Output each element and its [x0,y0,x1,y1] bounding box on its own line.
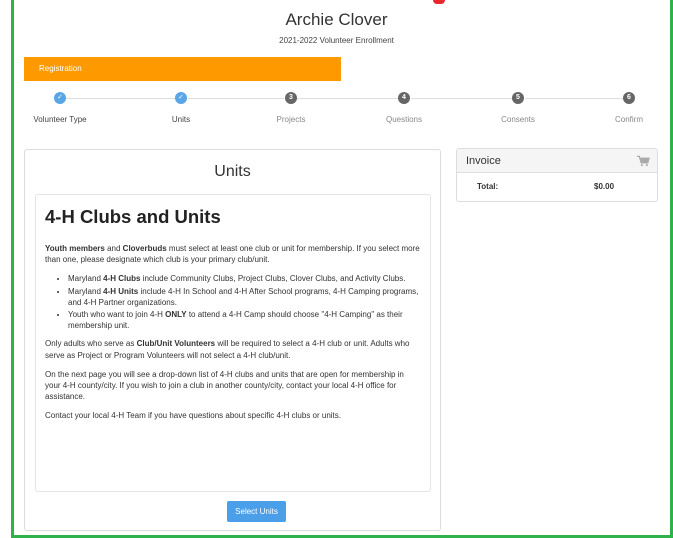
list-item: Maryland 4-H Units include 4-H In School… [68,286,421,308]
step-label: Confirm [614,115,643,124]
step-number-badge: 4 [398,92,410,104]
step-label: Projects [276,115,306,124]
bold-text: ONLY [165,310,187,320]
enrollment-subtitle: 2021-2022 Volunteer Enrollment [279,36,394,45]
text: Maryland [68,274,104,284]
units-panel-title: Units [214,163,251,180]
text: Only adults who serve as [45,339,137,349]
text: include Community Clubs, Project Clubs, … [140,274,406,284]
step-label: Units [171,115,191,124]
clubs-bullet-list: Maryland 4-H Clubs include Community Clu… [68,273,421,331]
text: Maryland [68,286,104,296]
bold-text: Youth members [45,244,105,253]
select-units-button[interactable]: Select Units [227,501,286,522]
step-projects[interactable]: 3 Projects [246,92,336,124]
total-label: Total: [477,182,499,191]
units-panel: Units 4-H Clubs and Units Youth members … [24,149,441,531]
step-number-badge: 3 [285,92,297,104]
step-label: Volunteer Type [33,115,87,124]
invoice-header: Invoice [457,149,657,173]
volunteer-name: Archie Clover [285,10,388,29]
step-confirm[interactable]: 6 Confirm [584,92,673,124]
next-page-paragraph: On the next page you will see a drop-dow… [45,369,404,402]
intro-paragraph: Youth members and Cloverbuds must select… [45,243,421,265]
step-number-badge: 5 [512,92,524,104]
list-item: Youth who want to join 4-H ONLY to atten… [68,309,421,331]
clubs-info-box: 4-H Clubs and Units Youth members and Cl… [35,194,431,492]
bold-text: Club/Unit Volunteers [136,339,216,349]
step-consents[interactable]: 5 Consents [473,92,563,124]
registration-bar: Registration [24,57,341,81]
total-value: $0.00 [594,182,615,191]
adults-paragraph: Only adults who serve as Club/Unit Volun… [45,338,421,360]
bold-text: 4-H Clubs [103,274,141,284]
step-label: Questions [385,115,423,124]
text: and [104,244,123,253]
invoice-title: Invoice [466,155,501,167]
invoice-panel: Invoice Total: $0.00 [456,148,658,202]
step-volunteer-type[interactable]: ✓ Volunteer Type [15,92,105,124]
bold-text: Cloverbuds [122,244,167,253]
clubs-heading: 4-H Clubs and Units [45,206,221,227]
contact-paragraph: Contact your local 4-H Team if you have … [45,411,341,421]
step-check-icon: ✓ [175,92,187,104]
text: Youth who want to join 4-H [68,310,166,320]
step-check-icon: ✓ [54,92,66,104]
step-units[interactable]: ✓ Units [136,92,226,124]
step-questions[interactable]: 4 Questions [359,92,449,124]
bold-text: 4-H Units [103,286,139,296]
step-label: Consents [501,115,535,124]
shopping-cart-icon[interactable] [637,155,650,167]
invoice-total-row: Total: $0.00 [457,173,657,201]
step-number-badge: 6 [623,92,635,104]
list-item: Maryland 4-H Clubs include Community Clu… [68,273,421,284]
